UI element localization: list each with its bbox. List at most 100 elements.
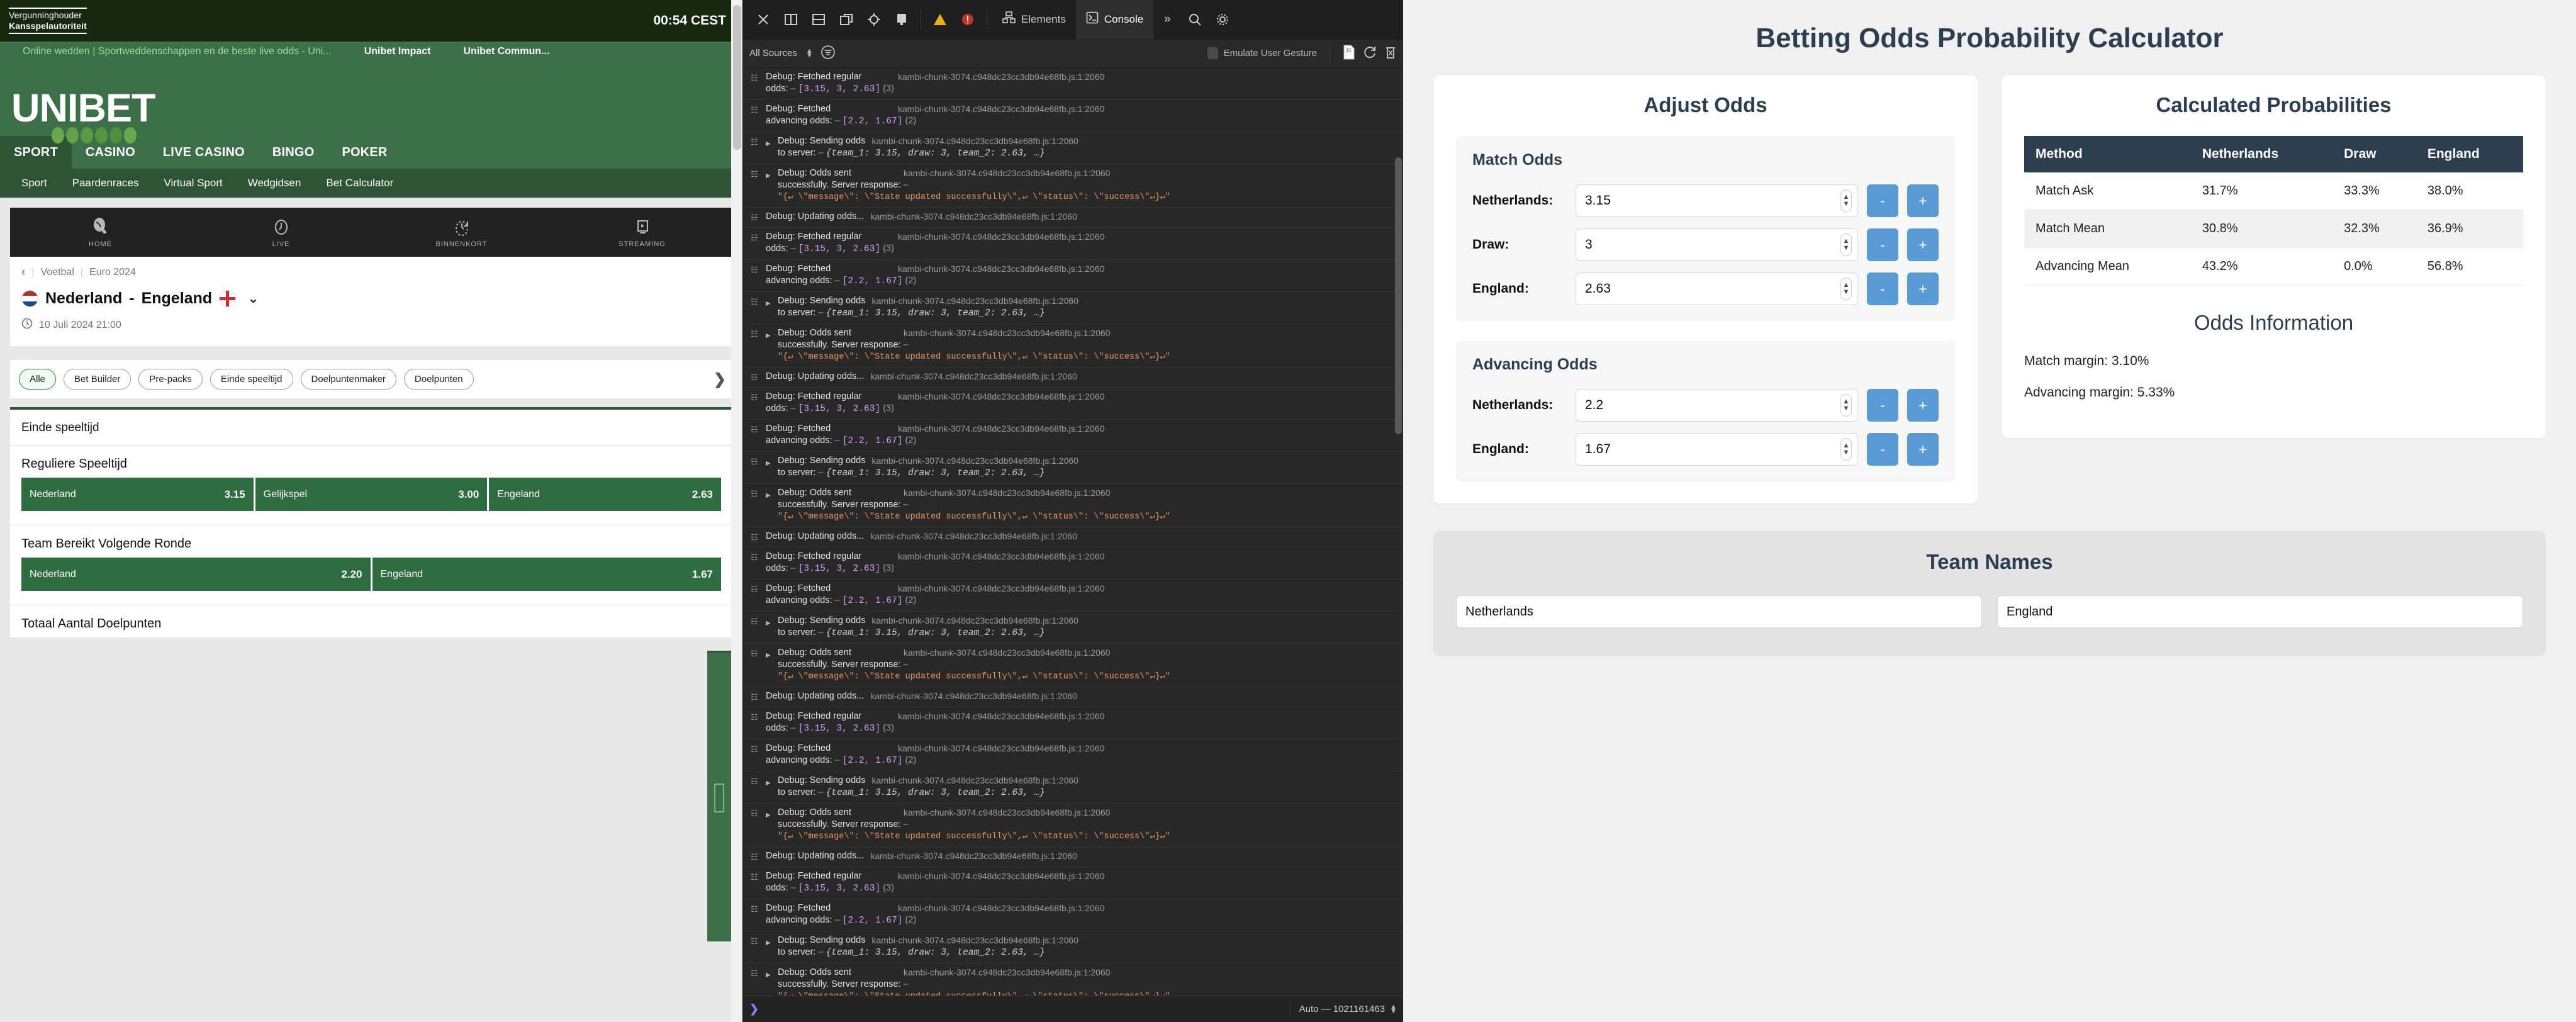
all-sources-stepper[interactable]: ▲▼: [806, 49, 813, 58]
quick-streaming[interactable]: STREAMING: [552, 208, 732, 257]
console-prompt[interactable]: ❯ Auto — 1021161463 ▲▼: [743, 996, 1403, 1022]
advancing-odds-netherlands-input[interactable]: [1576, 389, 1858, 422]
chip-doelpunten[interactable]: Doelpunten: [404, 369, 474, 390]
advancing-odds-netherlands-minus-button[interactable]: -: [1867, 389, 1898, 422]
page-scrollbar[interactable]: [731, 0, 742, 1022]
log-source[interactable]: kambi-chunk-3074.c948dc23cc3db94e68fb.js…: [898, 71, 1104, 83]
console-log-row[interactable]: ☷▶Debug: Odds sentkambi-chunk-3074.c948d…: [743, 164, 1403, 208]
expand-triangle-icon[interactable]: ▶: [766, 327, 773, 363]
console-log-row[interactable]: ☷Debug: Updating odds...kambi-chunk-3074…: [743, 687, 1403, 707]
odds-button-nederland-advance[interactable]: Nederland 2.20: [21, 558, 371, 591]
chip-alle[interactable]: Alle: [19, 369, 56, 390]
console-log-row[interactable]: ☷Debug: Fetchedkambi-chunk-3074.c948dc23…: [743, 739, 1403, 772]
log-source[interactable]: kambi-chunk-3074.c948dc23cc3db94e68fb.js…: [898, 583, 1104, 595]
console-log-row[interactable]: ☷▶Debug: Odds sentkambi-chunk-3074.c948d…: [743, 644, 1403, 687]
log-source[interactable]: kambi-chunk-3074.c948dc23cc3db94e68fb.js…: [870, 690, 1077, 702]
expand-triangle-icon[interactable]: ▶: [766, 455, 773, 480]
subnav-paardenraces[interactable]: Paardenraces: [60, 177, 152, 189]
console-log-row[interactable]: ☷Debug: Fetchedkambi-chunk-3074.c948dc23…: [743, 420, 1403, 452]
log-source[interactable]: kambi-chunk-3074.c948dc23cc3db94e68fb.js…: [870, 211, 1077, 223]
expand-triangle-icon[interactable]: ▶: [766, 615, 773, 639]
nav-bingo[interactable]: BINGO: [259, 136, 328, 169]
console-log-row[interactable]: ☷Debug: Updating odds...kambi-chunk-3074…: [743, 368, 1403, 388]
console-log-row[interactable]: ☷▶Debug: Odds sentkambi-chunk-3074.c948d…: [743, 804, 1403, 847]
console-log-row[interactable]: ☷Debug: Fetchedkambi-chunk-3074.c948dc23…: [743, 260, 1403, 292]
log-source[interactable]: kambi-chunk-3074.c948dc23cc3db94e68fb.js…: [904, 167, 1110, 179]
emulate-checkbox[interactable]: [1207, 47, 1218, 59]
emulate-user-gesture-toggle[interactable]: Emulate User Gesture: [1207, 47, 1317, 59]
console-log-row[interactable]: ☷Debug: Updating odds...kambi-chunk-3074…: [743, 847, 1403, 867]
odds-button-gelijkspel-1x2[interactable]: Gelijkspel 3.00: [255, 478, 488, 511]
log-source[interactable]: kambi-chunk-3074.c948dc23cc3db94e68fb.js…: [871, 295, 1078, 307]
log-source[interactable]: kambi-chunk-3074.c948dc23cc3db94e68fb.js…: [898, 391, 1104, 403]
subnav-bet-calculator[interactable]: Bet Calculator: [313, 177, 406, 189]
expand-triangle-icon[interactable]: ▶: [766, 167, 773, 203]
console-log-row[interactable]: ☷Debug: Fetched regularkambi-chunk-3074.…: [743, 548, 1403, 580]
console-log-row[interactable]: ☷Debug: Fetched regularkambi-chunk-3074.…: [743, 707, 1403, 739]
tab-console[interactable]: Console: [1076, 0, 1153, 39]
console-log-row[interactable]: ☷Debug: Fetchedkambi-chunk-3074.c948dc23…: [743, 100, 1403, 132]
console-log-row[interactable]: ☷▶Debug: Sending oddskambi-chunk-3074.c9…: [743, 772, 1403, 804]
console-log-row[interactable]: ☷▶Debug: Sending oddskambi-chunk-3074.c9…: [743, 132, 1403, 164]
match-odds-netherlands-spinner[interactable]: ▲▼: [1840, 189, 1852, 212]
match-odds-england-spinner[interactable]: ▲▼: [1840, 278, 1852, 300]
console-log-row[interactable]: ☷Debug: Updating odds...kambi-chunk-3074…: [743, 527, 1403, 548]
log-source[interactable]: kambi-chunk-3074.c948dc23cc3db94e68fb.js…: [898, 103, 1104, 115]
search-icon[interactable]: [1181, 6, 1209, 33]
console-log-row[interactable]: ☷Debug: Fetched regularkambi-chunk-3074.…: [743, 388, 1403, 420]
expand-triangle-icon[interactable]: ▶: [766, 935, 773, 959]
betslip-rail[interactable]: [707, 651, 731, 941]
tab-elements[interactable]: Elements: [992, 0, 1076, 39]
away-team-name-input[interactable]: [1997, 595, 2523, 628]
nav-poker[interactable]: POKER: [328, 136, 401, 169]
quick-live[interactable]: LIVE: [191, 208, 371, 257]
gear-icon[interactable]: [1209, 6, 1236, 33]
log-source[interactable]: kambi-chunk-3074.c948dc23cc3db94e68fb.js…: [898, 743, 1104, 755]
inspect-element-icon[interactable]: [860, 6, 888, 33]
console-log-row[interactable]: ☷▶Debug: Sending oddskambi-chunk-3074.c9…: [743, 452, 1403, 484]
expand-triangle-icon[interactable]: ▶: [766, 807, 773, 843]
more-tabs-button[interactable]: »: [1153, 6, 1181, 33]
log-source[interactable]: kambi-chunk-3074.c948dc23cc3db94e68fb.js…: [904, 327, 1110, 339]
log-source[interactable]: kambi-chunk-3074.c948dc23cc3db94e68fb.js…: [898, 551, 1104, 563]
breadcrumb-euro-2024[interactable]: Euro 2024: [89, 267, 136, 278]
log-source[interactable]: kambi-chunk-3074.c948dc23cc3db94e68fb.js…: [898, 231, 1104, 243]
breadcrumb-voetbal[interactable]: Voetbal: [40, 267, 74, 278]
advancing-odds-england-input[interactable]: [1576, 433, 1858, 466]
browser-tab-1[interactable]: Unibet Impact: [348, 42, 447, 62]
console-log-row[interactable]: ☷Debug: Updating odds...kambi-chunk-3074…: [743, 208, 1403, 228]
error-circle-icon[interactable]: [954, 6, 982, 33]
console-log-row[interactable]: ☷▶Debug: Sending oddskambi-chunk-3074.c9…: [743, 931, 1403, 963]
expand-triangle-icon[interactable]: ▶: [766, 487, 773, 523]
log-source[interactable]: kambi-chunk-3074.c948dc23cc3db94e68fb.js…: [898, 263, 1104, 275]
match-odds-england-minus-button[interactable]: -: [1867, 272, 1898, 305]
console-log-row[interactable]: ☷▶Debug: Sending oddskambi-chunk-3074.c9…: [743, 612, 1403, 644]
console-log-row[interactable]: ☷Debug: Fetched regularkambi-chunk-3074.…: [743, 68, 1403, 100]
device-icon[interactable]: [888, 6, 916, 33]
chip-bet-builder[interactable]: Bet Builder: [64, 369, 131, 390]
page-scrollbar-thumb[interactable]: [733, 5, 741, 150]
quick-home[interactable]: HOME: [10, 208, 191, 257]
match-odds-england-input[interactable]: [1576, 272, 1858, 305]
advancing-odds-england-spinner[interactable]: ▲▼: [1840, 438, 1852, 461]
subnav-virtual-sport[interactable]: Virtual Sport: [151, 177, 235, 189]
odds-button-engeland-1x2[interactable]: Engeland 2.63: [489, 478, 721, 511]
log-source[interactable]: kambi-chunk-3074.c948dc23cc3db94e68fb.js…: [904, 647, 1110, 659]
console-log-row[interactable]: ☷Debug: Fetchedkambi-chunk-3074.c948dc23…: [743, 899, 1403, 931]
match-odds-england-plus-button[interactable]: +: [1907, 272, 1939, 305]
home-team-name-input[interactable]: [1456, 595, 1982, 628]
console-log-row[interactable]: ☷Debug: Fetched regularkambi-chunk-3074.…: [743, 228, 1403, 260]
dock-undock-icon[interactable]: [832, 6, 860, 33]
match-odds-netherlands-minus-button[interactable]: -: [1867, 184, 1898, 217]
dock-right-icon[interactable]: [777, 6, 805, 33]
expand-triangle-icon[interactable]: ▶: [766, 295, 773, 320]
quick-binnenkort[interactable]: BINNENKORT: [371, 208, 552, 257]
log-source[interactable]: kambi-chunk-3074.c948dc23cc3db94e68fb.js…: [898, 423, 1104, 435]
browser-tab-2[interactable]: Unibet Commun...: [447, 42, 566, 62]
match-odds-netherlands-input[interactable]: [1576, 184, 1858, 217]
all-sources-label[interactable]: All Sources: [749, 48, 797, 59]
console-log-row[interactable]: ☷▶Debug: Odds sentkambi-chunk-3074.c948d…: [743, 963, 1403, 996]
log-source[interactable]: kambi-chunk-3074.c948dc23cc3db94e68fb.js…: [898, 710, 1104, 722]
match-odds-netherlands-plus-button[interactable]: +: [1907, 184, 1939, 217]
expand-triangle-icon[interactable]: ▶: [766, 967, 773, 996]
